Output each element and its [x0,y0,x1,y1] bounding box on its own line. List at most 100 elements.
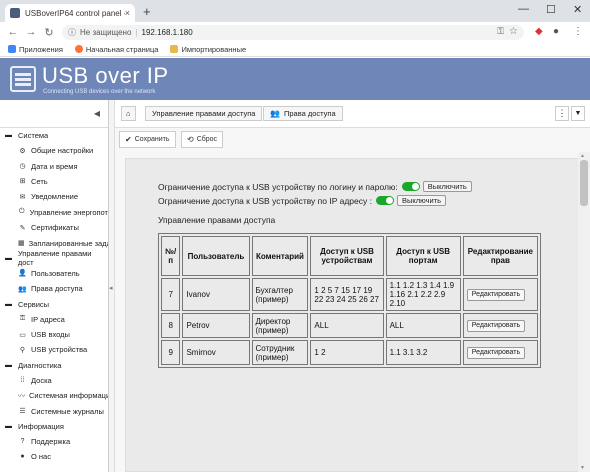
sidebar-item-general[interactable]: ⚙ Общие настройки [0,143,108,158]
usb-logo-icon [10,66,36,92]
cell-num: 7 [161,278,181,311]
sidebar-item-ip[interactable]: ⚿ IP адреса [0,312,108,327]
sidebar-item-power[interactable]: ⏻ Управление энергопот [0,205,108,220]
cell-ports: ALL [385,313,461,338]
maximize-icon[interactable]: ☐ [546,3,556,16]
section-label: Информация [18,421,64,431]
bookmark-imported[interactable]: Импортированные [170,45,246,54]
scroll-up-icon[interactable]: ▲ [580,153,585,159]
ip-icon: ⚿ [19,315,26,323]
sidebar-item-label: Сертификаты [31,223,79,233]
reset-button[interactable]: ⟲ Сброс [181,131,224,148]
sidebar-item-access-rights[interactable]: 👥 Права доступа [0,281,108,296]
sidebar-item-notification[interactable]: ✉ Уведомление [0,189,108,204]
ip-disable-button[interactable]: Выключить [396,195,447,206]
sidebar-section-system[interactable]: ▬ Система [0,128,108,143]
info-circle-icon: ● [20,453,25,461]
login-restriction-row: Ограничение доступа к USB устройству по … [158,181,472,192]
window-close-icon[interactable]: ✕ [573,3,582,16]
cell-devices: 1 2 [310,340,384,365]
certificate-icon: ✎ [19,224,26,232]
ip-restriction-toggle[interactable] [375,196,394,205]
sidebar-item-dashboard[interactable]: ⁞⁞ Доска [0,373,108,388]
ip-restriction-row: Ограничение доступа к USB устройству по … [158,195,447,206]
home-icon: ⌂ [126,109,131,118]
back-icon[interactable]: ← [4,26,22,38]
breadcrumb-item-access-management[interactable]: Управление правами доступа [145,106,263,121]
sidebar-item-about[interactable]: ● О нас [0,449,108,464]
users-icon: 👥 [18,285,27,293]
sidebar-item-datetime[interactable]: ◷ Дата и время [0,158,108,173]
profile-icon[interactable]: ● [553,26,559,37]
dropdown-button[interactable]: ▼ [571,106,585,121]
scroll-down-icon[interactable]: ▼ [580,465,585,471]
url-field[interactable]: ⓘ Не защищено | 192.168.1.180 ⚿ ☆ [62,25,524,40]
cell-edit: Редактировать [462,340,538,365]
more-menu-button[interactable]: ⋮ [555,106,569,121]
bookmark-home[interactable]: Начальная страница [74,45,158,54]
sidebar-item-label: Системная информаци [29,391,108,401]
reset-label: Сброс [196,136,218,143]
table-row: 8 Petrov Директор (пример) ALL ALL Редак… [161,313,538,338]
sidebar-item-sysinfo[interactable]: 〰 Системная информаци [0,388,108,403]
edit-button[interactable]: Редактировать [466,288,526,301]
forward-icon[interactable]: → [22,26,40,38]
url-separator: | [135,28,138,37]
col-num: №/п [161,236,181,276]
sidebar-section-info[interactable]: ▬ Информация [0,419,108,434]
browser-tab[interactable]: USBoverIP64 control panel - USB × [5,4,135,22]
table-row: 7 Ivanov Бухгалтер (пример) 1 2 5 7 15 1… [161,278,538,311]
sidebar-item-usb-devices[interactable]: ⚲ USB устройства [0,342,108,357]
collapse-sidebar-icon[interactable]: ◀ [94,109,100,118]
favicon-icon [10,8,20,18]
home-button[interactable]: ⌂ [121,106,136,121]
edit-button[interactable]: Редактировать [466,346,526,359]
minimize-icon[interactable]: — [518,3,529,15]
scrollbar[interactable]: ▲ ▼ [578,152,590,472]
scrollbar-thumb[interactable] [580,160,588,206]
section-icon: ▬ [5,422,12,430]
access-rights-table: №/п Пользователь Коментарий Доступ к USB… [158,233,541,368]
network-icon: ⊞ [19,178,26,186]
toolbar: ✔ Сохранить ⟲ Сброс [115,128,590,152]
cell-ports: 1.1 1.2 1.3 1.4 1.9 1.16 2.1 2.2 2.9 2.1… [385,278,461,311]
breadcrumb: ⌂ Управление правами доступа 👥 Права дос… [115,100,590,128]
sidebar-item-label: Доска [31,375,52,385]
table-row: 9 Smirnov Сотрудник (пример) 1 2 1.1 3.1… [161,340,538,365]
sidebar-item-usb-ports[interactable]: ▭ USB входы [0,327,108,342]
chevron-down-icon: ▼ [574,110,582,117]
edit-button[interactable]: Редактировать [466,319,526,332]
login-disable-button[interactable]: Выключить [422,181,472,192]
login-restriction-label: Ограничение доступа к USB устройству по … [158,181,398,192]
cell-edit: Редактировать [462,278,538,311]
section-icon: ▬ [5,254,12,262]
key-icon[interactable]: ⚿ [497,26,504,37]
sidebar-item-label: Общие настройки [31,146,94,156]
col-comment: Коментарий [251,236,309,276]
sidebar-item-label: Сеть [31,176,48,186]
sidebar-item-network[interactable]: ⊞ Сеть [0,174,108,189]
sidebar-item-logs[interactable]: ☰ Системные журналы [0,403,108,418]
main-content: ⌂ Управление правами доступа 👥 Права дос… [115,100,590,472]
sidebar-item-user[interactable]: 👤 Пользователь [0,266,108,281]
sidebar-item-certificates[interactable]: ✎ Сертификаты [0,220,108,235]
bookmark-star-icon[interactable]: ☆ [509,26,518,37]
sidebar-item-support[interactable]: ? Поддержка [0,434,108,449]
sidebar-section-services[interactable]: ▬ Сервисы [0,297,108,312]
breadcrumb-label: Управление правами доступа [152,109,256,118]
cell-devices: ALL [310,313,384,338]
login-restriction-toggle[interactable] [401,182,420,191]
browser-menu-icon[interactable]: ⋮ [573,26,583,37]
bookmark-label: Импортированные [181,44,247,54]
extension-icon[interactable]: ◆ [535,26,543,37]
bookmark-apps[interactable]: Приложения [8,45,63,54]
close-tab-icon[interactable]: × [125,8,130,18]
new-tab-button[interactable]: + [143,4,151,19]
sidebar-section-diagnostics[interactable]: ▬ Диагностика [0,358,108,373]
breadcrumb-item-access-rights[interactable]: 👥 Права доступа [263,106,343,121]
splitter-arrow-icon[interactable]: ◂ [109,284,113,292]
reload-icon[interactable]: ↻ [40,26,58,39]
save-button[interactable]: ✔ Сохранить [119,131,176,148]
sidebar-section-access[interactable]: ▬ Управление правами дост [0,249,108,267]
sidebar-item-label: Системные журналы [31,406,104,416]
